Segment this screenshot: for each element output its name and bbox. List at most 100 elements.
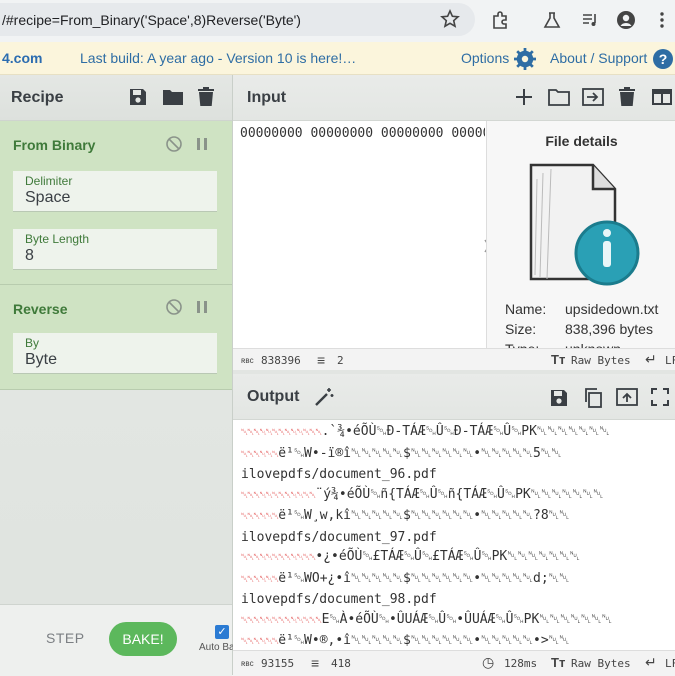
open-folder-icon[interactable] <box>548 87 570 107</box>
url-text[interactable]: /#recipe=From_Binary('Space',8)Reverse('… <box>2 12 301 28</box>
media-queue-icon[interactable] <box>580 10 600 30</box>
bake-controls: STEP BAKE! ✓ Auto Bake <box>0 604 245 676</box>
pause-icon[interactable] <box>193 135 211 153</box>
trash-icon[interactable] <box>197 87 215 107</box>
gear-icon[interactable] <box>514 48 536 70</box>
output-line: ␀␀␀␀␀␀ë¹␁WO+¿•î␀␀␀␀␀$␀␀␀␀␀␀•␀␀␀␀␀d;␀␀ <box>241 569 671 591</box>
output-line: ␀␀␀␀␀␀␀␀␀␀␀␀•¿•éÕÙ␁£TÁÆ␁Û␁£TÁÆ␁Û␁PK␀␀␀␀␀… <box>241 547 671 569</box>
extension-icon[interactable] <box>490 10 510 30</box>
control-chars: ␀␀␀␀␀␀␀␀␀␀␀␀ <box>241 490 316 501</box>
output-line: ␀␀␀␀␀␀ë¹␁W¸w,kî␀␀␀␀␀$␀␀␀␀␀␀•␀␀␀␀␀?8␀␀ <box>241 506 671 528</box>
magic-wand-icon[interactable] <box>313 386 335 408</box>
logo-text[interactable]: 4.com <box>2 50 42 66</box>
input-eol[interactable]: LF <box>665 354 675 367</box>
field-value[interactable]: Space <box>25 189 70 207</box>
help-icon[interactable]: ? <box>652 48 674 70</box>
op-title[interactable]: Reverse <box>13 301 68 317</box>
disable-icon[interactable] <box>165 135 183 153</box>
output-line: ␀␀␀␀␀␀␀␀␀␀␀␀¨ý¾•éÕÙ␁ñ{TÁÆ␁Û␁ñ{TÁÆ␁Û␁PK␀␀… <box>241 485 671 507</box>
file-name-value: upsidedown.txt <box>565 301 659 317</box>
recipe-title: Recipe <box>11 89 64 106</box>
field-value[interactable]: Byte <box>25 351 57 369</box>
copy-icon[interactable] <box>583 387 603 409</box>
operation-from-binary[interactable]: From Binary Delimiter Space Byte Length … <box>0 121 232 285</box>
by-field[interactable]: By Byte <box>13 333 217 374</box>
output-line-text: .`¾•éÕÙ␁Ð-TÁÆ␁Û␁Ð-TÁÆ␁Û␁PK␀␀␀␀␀␀␀ <box>321 424 610 439</box>
eol-icon[interactable]: ↵ <box>645 654 657 671</box>
output-line: ilovepdfs/document_97.pdf <box>241 528 671 548</box>
file-info-icon <box>529 163 640 286</box>
star-icon[interactable] <box>440 9 460 29</box>
browser-toolbar: /#recipe=From_Binary('Space',8)Reverse('… <box>0 0 675 40</box>
length-icon: ʀʙᴄ <box>241 659 254 668</box>
auto-bake-checkbox[interactable]: ✓ <box>215 625 229 639</box>
pause-icon[interactable] <box>193 298 211 316</box>
top-banner: 4.com Last build: A year ago - Version 1… <box>0 42 675 75</box>
bake-button[interactable]: BAKE! <box>109 622 177 656</box>
maximize-icon[interactable] <box>651 388 669 406</box>
field-label: Byte Length <box>25 232 90 246</box>
output-line-text: ilovepdfs/document_98.pdf <box>241 592 437 607</box>
clear-input-icon[interactable] <box>618 87 636 107</box>
output-line-text: •¿•éÕÙ␁£TÁÆ␁Û␁£TÁÆ␁Û␁PK␀␀␀␀␀␀␀ <box>315 549 581 564</box>
output-line: ilovepdfs/document_96.pdf <box>241 465 671 485</box>
operation-reverse[interactable]: Reverse By Byte <box>0 285 232 390</box>
profile-icon[interactable] <box>616 10 636 30</box>
svg-text:?: ? <box>659 51 668 67</box>
flask-icon[interactable] <box>542 10 562 30</box>
control-chars: ␀␀␀␀␀␀␀␀␀␀␀␀ <box>241 553 316 563</box>
output-header: Output <box>233 374 675 420</box>
add-tab-icon[interactable] <box>514 87 534 107</box>
op-title[interactable]: From Binary <box>13 137 95 153</box>
output-line-text: ilovepdfs/document_96.pdf <box>241 467 437 482</box>
lines-icon: ≡ <box>317 352 326 368</box>
output-eol[interactable]: LF <box>665 657 675 670</box>
file-details-panel: File details Name: upsidedown.txt Size: 83… <box>486 121 675 351</box>
input-header: Input <box>233 75 675 121</box>
options-link[interactable]: Options <box>461 50 509 66</box>
encoding-icon[interactable]: Tт <box>551 655 565 670</box>
open-file-icon[interactable] <box>582 87 604 107</box>
field-label: By <box>25 336 40 350</box>
encoding-icon[interactable]: Tт <box>551 352 565 367</box>
output-line: ilovepdfs/document_98.pdf <box>241 590 671 610</box>
output-line: ␀␀␀␀␀␀␀␀␀␀␀␀␀E␁À•éÕÙ␁•ÛUÁÆ␁Û␁•ÛUÁÆ␁Û␁PK␀… <box>241 610 671 632</box>
input-lines: 2 <box>337 354 344 367</box>
about-support-link[interactable]: About / Support <box>550 50 647 66</box>
byte-length-field[interactable]: Byte Length 8 <box>13 229 217 270</box>
output-line-text: ë¹␁W¸w,kî␀␀␀␀␀$␀␀␀␀␀␀•␀␀␀␀␀?8␀␀ <box>278 508 570 523</box>
eol-icon[interactable]: ↵ <box>645 351 657 368</box>
output-encoding[interactable]: Raw Bytes <box>571 657 631 670</box>
input-panel: Input 00000000 00000000 00000000 0000000… <box>233 75 675 371</box>
output-text[interactable]: ␀␀␀␀␀␀␀␀␀␀␀␀␀.`¾•éÕÙ␁Ð-TÁÆ␁Û␁Ð-TÁÆ␁Û␁PK␀… <box>241 422 671 650</box>
output-line-text: ¨ý¾•éÕÙ␁ñ{TÁÆ␁Û␁ñ{TÁÆ␁Û␁PK␀␀␀␀␀␀␀ <box>315 486 604 502</box>
layout-icon[interactable] <box>651 88 673 106</box>
disable-icon[interactable] <box>165 298 183 316</box>
replace-input-icon[interactable] <box>616 387 638 407</box>
build-notice-link[interactable]: Last build: A year ago - Version 10 is h… <box>80 50 356 66</box>
delimiter-field[interactable]: Delimiter Space <box>13 171 217 212</box>
save-icon[interactable] <box>128 87 148 107</box>
file-name-row: Name: upsidedown.txt <box>505 301 658 317</box>
output-line: ␀␀␀␀␀␀ë¹␁W•®,•î␀␀␀␀␀$␀␀␀␀␀␀•␀␀␀␀␀•>␀␀ <box>241 631 671 650</box>
field-label: Delimiter <box>25 174 73 188</box>
clock-icon: ◷ <box>482 654 495 670</box>
step-button[interactable]: STEP <box>46 630 85 646</box>
save-output-icon[interactable] <box>549 388 569 408</box>
file-size-label: Size: <box>505 321 537 337</box>
field-value[interactable]: 8 <box>25 247 34 265</box>
file-name-label: Name: <box>505 301 547 317</box>
folder-icon[interactable] <box>162 87 184 107</box>
output-line-text: E␁À•éÕÙ␁•ÛUÁÆ␁Û␁•ÛUÁÆ␁Û␁PK␀␀␀␀␀␀␀ <box>321 611 613 627</box>
output-title: Output <box>247 388 300 405</box>
kebab-menu-icon[interactable] <box>652 10 672 30</box>
input-textarea[interactable]: 00000000 00000000 00000000 00000000 <box>240 126 485 141</box>
bake-time: 128ms <box>504 657 538 670</box>
output-line: ␀␀␀␀␀␀␀␀␀␀␀␀␀.`¾•éÕÙ␁Ð-TÁÆ␁Û␁Ð-TÁÆ␁Û␁PK␀… <box>241 422 671 444</box>
input-encoding[interactable]: Raw Bytes <box>571 354 631 367</box>
input-status-bar: ʀʙᴄ 838396 ≡ 2 Tт Raw Bytes ↵ LF <box>233 348 675 371</box>
address-bar[interactable]: /#recipe=From_Binary('Space',8)Reverse('… <box>0 3 475 36</box>
file-size-row: Size: 838,396 bytes <box>505 321 653 337</box>
recipe-header: Recipe <box>0 75 232 121</box>
recipe-panel: Recipe From Binary Delimiter Space Byte … <box>0 75 245 676</box>
